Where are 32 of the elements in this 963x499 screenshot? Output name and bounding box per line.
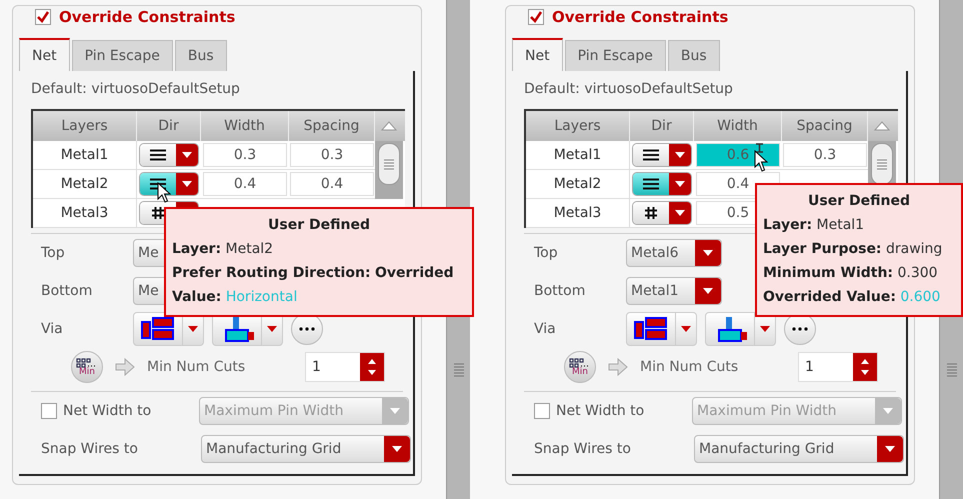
via-label: Via [533, 321, 557, 337]
layer-cell: Metal2 [526, 170, 630, 198]
via-label: Via [40, 321, 64, 337]
min-num-cuts-label: Min Num Cuts [147, 359, 246, 375]
tooltip-line: Minimum Width: 0.300 [763, 264, 939, 283]
net-width-label: Net Width to [556, 403, 646, 419]
bottom-label: Bottom [40, 283, 94, 299]
snap-wires-label: Snap Wires to [533, 441, 632, 457]
bottom-label: Bottom [533, 283, 586, 299]
top-label: Top [40, 245, 66, 261]
tooltip-line: Layer: Metal2 [172, 240, 274, 259]
tooltip-line: Value: Horizontal [172, 288, 298, 307]
layer-cell: Metal3 [33, 199, 137, 227]
default-setup-text: Default: virtuosoDefaultSetup [31, 81, 241, 97]
snap-wires-label: Snap Wires to [40, 441, 139, 457]
default-setup-text: Default: virtuosoDefaultSetup [524, 81, 734, 97]
net-width-label: Net Width to [63, 403, 152, 419]
layer-cell: Metal1 [526, 141, 630, 169]
tooltip-title: User Defined [267, 216, 371, 235]
tooltip-line: Prefer Routing Direction: Overrided [172, 264, 455, 283]
override-constraints-label: Override Constraints [552, 8, 728, 26]
top-label: Top [533, 245, 559, 261]
min-label: Min [79, 368, 95, 376]
layer-cell: Metal2 [33, 170, 137, 198]
min-num-cuts-label: Min Num Cuts [640, 359, 740, 375]
tooltip-line: Layer Purpose: drawing [763, 240, 944, 259]
min-label: Min [572, 368, 588, 376]
tooltip-line: Overrided Value: 0.600 [763, 288, 942, 307]
override-constraints-label: Override Constraints [59, 8, 236, 26]
layer-cell: Metal3 [526, 199, 630, 227]
layer-cell: Metal1 [33, 141, 137, 169]
tooltip-title: User Defined [807, 192, 911, 211]
